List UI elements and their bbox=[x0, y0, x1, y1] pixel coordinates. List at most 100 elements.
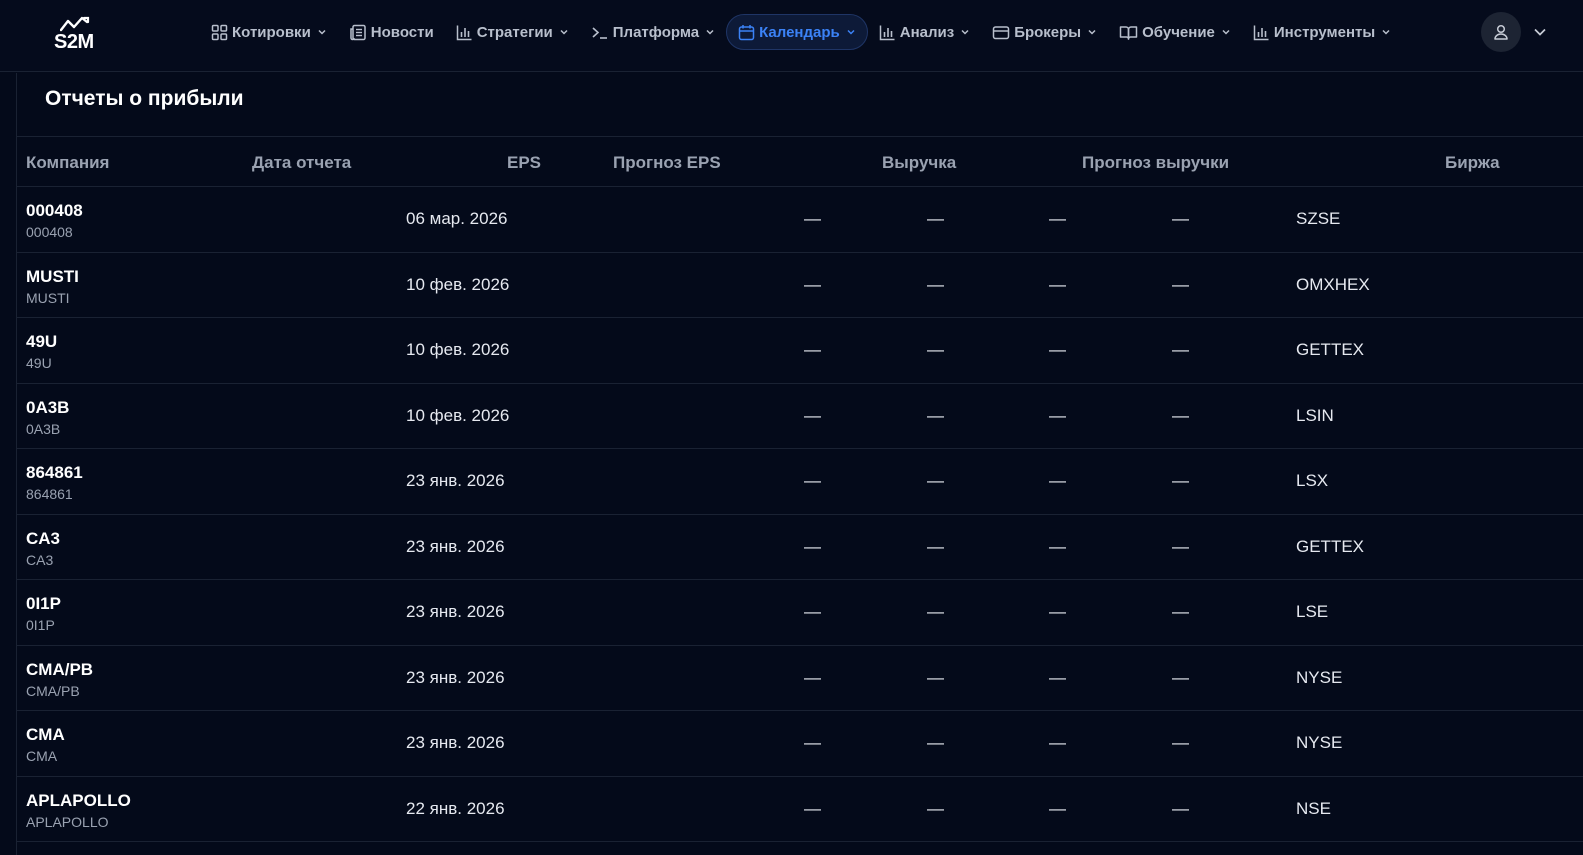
report-date-cell: 10 фев. 2026 bbox=[406, 274, 510, 294]
nav-education[interactable]: Обучение bbox=[1108, 14, 1242, 50]
nav-calendar[interactable]: Календарь bbox=[726, 14, 868, 50]
company-name: CMA bbox=[26, 748, 58, 764]
nav-analysis[interactable]: Анализ bbox=[868, 14, 981, 50]
company-ticker[interactable]: CMA/PB bbox=[26, 659, 93, 681]
table-body: 000408 000408 06 мар. 2026 — — — — SZSE MUSTI MUS… bbox=[17, 187, 1583, 842]
company-cell[interactable]: MUSTI MUSTI bbox=[26, 266, 79, 308]
table-row[interactable]: CA3 CA3 23 янв. 2026 — — — — GETTEX bbox=[17, 515, 1583, 580]
user-avatar-button[interactable] bbox=[1481, 12, 1521, 52]
revenue-cell: — bbox=[1049, 798, 1066, 818]
company-cell[interactable]: CMA CMA bbox=[26, 724, 65, 766]
revenue-forecast-cell: — bbox=[1172, 340, 1189, 359]
company-cell[interactable]: 000408 000408 bbox=[26, 200, 83, 242]
company-cell[interactable]: 0A3B 0A3B bbox=[26, 397, 69, 439]
eps-cell: — bbox=[804, 471, 821, 490]
column-header-revenue-forecast[interactable]: Прогноз выручки bbox=[1082, 153, 1229, 173]
nav-quotes[interactable]: Котировки bbox=[200, 14, 338, 50]
top-navigation-bar: S2M Котировки Новости Стратегии Платформ… bbox=[0, 0, 1583, 72]
table-row[interactable]: 0A3B 0A3B 10 фев. 2026 — — — — LSIN bbox=[17, 384, 1583, 449]
company-name: APLAPOLLO bbox=[26, 813, 109, 830]
table-row[interactable]: CMA/PB CMA/PB 23 янв. 2026 — — — — NYSE bbox=[17, 646, 1583, 711]
nav-news[interactable]: Новости bbox=[338, 14, 445, 50]
bar-chart-icon bbox=[456, 25, 472, 40]
report-date-cell: 23 янв. 2026 bbox=[406, 536, 505, 556]
revenue-cell: — bbox=[1049, 405, 1066, 425]
table-row[interactable]: APLAPOLLO APLAPOLLO 22 янв. 2026 — — — — NSE bbox=[17, 777, 1583, 842]
logo-text: S2M bbox=[54, 31, 94, 53]
nav-platform[interactable]: Платформа bbox=[580, 14, 726, 50]
company-cell[interactable]: 0I1P 0I1P bbox=[26, 593, 61, 635]
report-date-cell: 23 янв. 2026 bbox=[406, 602, 505, 621]
company-ticker[interactable]: 49U bbox=[26, 331, 57, 353]
nav-label: Обучение bbox=[1142, 23, 1215, 41]
eps-cell: — bbox=[804, 405, 821, 425]
company-name: CMA/PB bbox=[26, 682, 80, 699]
company-cell[interactable]: APLAPOLLO APLAPOLLO bbox=[26, 790, 131, 832]
newspaper-icon bbox=[350, 24, 366, 40]
logo[interactable]: S2M bbox=[54, 16, 98, 53]
revenue-forecast-cell: — bbox=[1172, 733, 1189, 752]
column-header-revenue[interactable]: Выручка bbox=[882, 153, 956, 173]
revenue-cell: — bbox=[1049, 471, 1066, 490]
revenue-forecast-cell: — bbox=[1172, 274, 1189, 294]
page-title: Отчеты о прибыли bbox=[45, 87, 244, 110]
report-date-cell: 23 янв. 2026 bbox=[406, 667, 505, 687]
company-ticker[interactable]: 000408 bbox=[26, 200, 83, 222]
report-date-cell: 22 янв. 2026 bbox=[406, 798, 505, 818]
report-date-cell: 23 янв. 2026 bbox=[406, 471, 505, 490]
revenue-forecast-cell: — bbox=[1172, 471, 1189, 490]
column-header-exchange[interactable]: Биржа bbox=[1445, 153, 1500, 173]
table-row[interactable]: 864861 864861 23 янв. 2026 — — — — LSX bbox=[17, 449, 1583, 515]
table-row[interactable]: 0I1P 0I1P 23 янв. 2026 — — — — LSE bbox=[17, 580, 1583, 646]
chevron-down-icon bbox=[560, 29, 568, 35]
column-header-eps-forecast[interactable]: Прогноз EPS bbox=[613, 153, 721, 173]
earnings-table: Компания Дата отчета EPS Прогноз EPS Выр… bbox=[17, 136, 1583, 842]
exchange-cell: NYSE bbox=[1296, 733, 1343, 752]
eps-forecast-cell: — bbox=[927, 471, 944, 490]
revenue-cell: — bbox=[1049, 733, 1066, 752]
company-cell[interactable]: 49U 49U bbox=[26, 331, 57, 373]
nav-label: Котировки bbox=[232, 23, 311, 41]
wallet-icon bbox=[992, 25, 1010, 39]
company-name: CA3 bbox=[26, 551, 54, 568]
table-row[interactable]: MUSTI MUSTI 10 фев. 2026 — — — — OMXHEX bbox=[17, 253, 1583, 318]
revenue-cell: — bbox=[1049, 209, 1066, 228]
bar-chart-icon bbox=[1253, 25, 1269, 40]
user-icon bbox=[1494, 24, 1508, 40]
column-header-report-date[interactable]: Дата отчета bbox=[252, 153, 351, 173]
company-cell[interactable]: CA3 CA3 bbox=[26, 528, 60, 570]
company-cell[interactable]: 864861 864861 bbox=[26, 462, 83, 504]
chevron-down-icon bbox=[318, 29, 326, 35]
nav-strategies[interactable]: Стратегии bbox=[445, 14, 580, 50]
revenue-cell: — bbox=[1049, 340, 1066, 359]
report-date-cell: 10 фев. 2026 bbox=[406, 405, 510, 425]
company-name: 0A3B bbox=[26, 420, 61, 437]
chevron-down-icon[interactable] bbox=[1533, 25, 1547, 39]
table-row[interactable]: 000408 000408 06 мар. 2026 — — — — SZSE bbox=[17, 187, 1583, 253]
terminal-icon bbox=[592, 26, 607, 39]
exchange-cell: LSE bbox=[1296, 602, 1329, 621]
revenue-forecast-cell: — bbox=[1172, 798, 1189, 818]
nav-brokers[interactable]: Брокеры bbox=[981, 14, 1108, 50]
chevron-down-icon bbox=[961, 29, 969, 35]
eps-forecast-cell: — bbox=[927, 274, 944, 294]
column-header-eps[interactable]: EPS bbox=[507, 153, 541, 173]
company-ticker[interactable]: 864861 bbox=[26, 462, 83, 484]
company-cell[interactable]: CMA/PB CMA/PB bbox=[26, 659, 93, 701]
nav-tools[interactable]: Инструменты bbox=[1242, 14, 1402, 50]
company-ticker[interactable]: CMA bbox=[26, 724, 65, 746]
chevron-down-icon bbox=[847, 29, 855, 35]
nav-label: Анализ bbox=[899, 23, 955, 41]
eps-forecast-cell: — bbox=[927, 405, 944, 425]
table-row[interactable]: CMA CMA 23 янв. 2026 — — — — NYSE bbox=[17, 711, 1583, 777]
company-ticker[interactable]: 0A3B bbox=[26, 397, 69, 419]
company-ticker[interactable]: MUSTI bbox=[26, 266, 79, 288]
company-ticker[interactable]: APLAPOLLO bbox=[26, 790, 131, 812]
revenue-forecast-cell: — bbox=[1172, 602, 1189, 621]
table-row[interactable]: 49U 49U 10 фев. 2026— — — — GETTEX bbox=[17, 318, 1583, 384]
column-header-company[interactable]: Компания bbox=[26, 153, 109, 173]
company-ticker[interactable]: CA3 bbox=[26, 528, 60, 550]
company-ticker[interactable]: 0I1P bbox=[26, 593, 61, 615]
eps-cell: — bbox=[804, 733, 821, 752]
revenue-cell: — bbox=[1049, 536, 1066, 556]
